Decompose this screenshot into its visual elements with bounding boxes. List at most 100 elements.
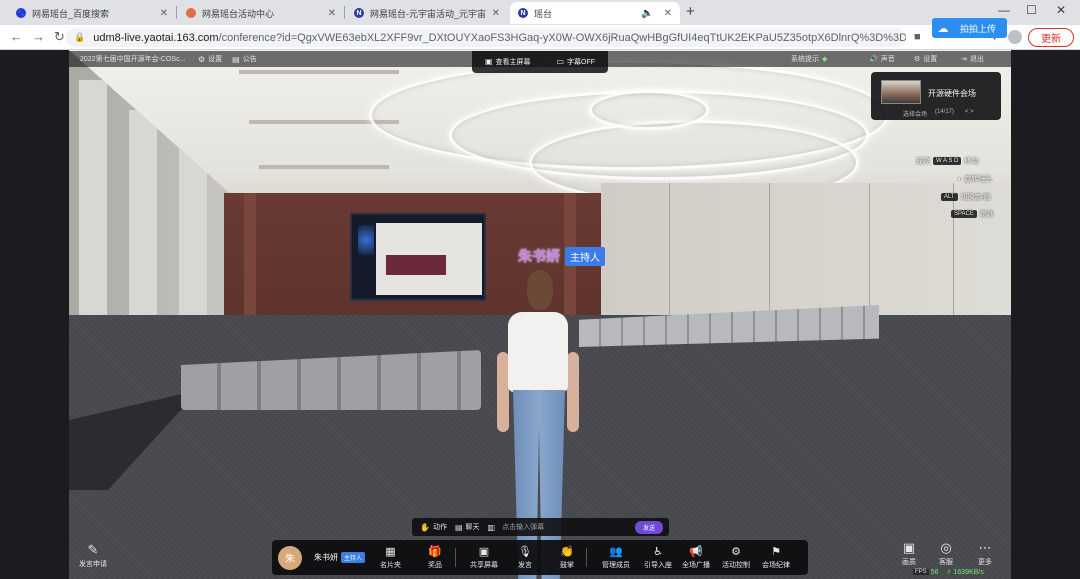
browser-tab-2[interactable]: 网易瑶台活动中心 ✕ (178, 2, 344, 24)
quality-button[interactable]: ▣ 画质 (902, 541, 916, 567)
alt-hint-label: 切换走/跑 (960, 194, 991, 201)
chat-icon: ▤ (454, 522, 463, 532)
venue-pager[interactable]: < > (965, 109, 974, 115)
netease-favicon-icon: N (354, 8, 364, 18)
prize-button[interactable]: 🎁 奖品 (428, 546, 442, 570)
share-screen-label: 共享屏幕 (470, 561, 498, 569)
ceiling-beam (259, 165, 389, 169)
address-bar[interactable]: 🔒 udm8-live.yaotai.163.com /conference?i… (66, 28, 906, 47)
hand-raise-icon: ✎ (87, 542, 99, 557)
update-button[interactable]: 更新 (1028, 28, 1074, 47)
prize-label: 奖品 (428, 561, 442, 569)
clap-icon: 👏 (560, 545, 574, 558)
discipline-button[interactable]: ⚑ 会场纪律 (762, 546, 790, 570)
reload-icon[interactable]: ↻ (54, 30, 65, 44)
tab-title: 网易瑶台-元宇宙活动_元宇宙会议 (370, 8, 486, 19)
chat-button[interactable]: 聊天 (466, 522, 480, 532)
close-window-icon[interactable]: ✕ (1056, 3, 1066, 17)
headset-icon: ◎ (940, 540, 952, 555)
activity-control-icon: ⚙ (731, 545, 741, 558)
virtual-venue-scene[interactable]: 朱书妍 主持人 (69, 50, 1011, 579)
send-button[interactable]: 发送 (634, 520, 663, 534)
user-avatar[interactable]: 朱 (278, 545, 302, 570)
more-icon: ⋯ (978, 540, 992, 555)
url-path: /conference?id=QgxVWE63ebXL2XFF9vr_DXtOU… (218, 31, 906, 44)
speak-button[interactable]: 🎙 发言 (518, 546, 532, 570)
close-tab-icon[interactable]: ✕ (664, 8, 672, 19)
tab-title: 网易瑶台_百度搜索 (32, 8, 110, 19)
close-tab-icon[interactable]: ✕ (328, 8, 336, 19)
danmaku-icon: ▥ (487, 522, 496, 532)
venue-selector[interactable]: 开源硬件会场 选择会场 (14/17) < > (871, 72, 1001, 120)
upload-extension-button[interactable]: ☁ 拍拍上传 (932, 18, 1007, 38)
profile-avatar[interactable] (1008, 30, 1022, 44)
main-stage-screen[interactable] (350, 213, 486, 301)
avatar-role-badge: 主持人 (565, 246, 605, 266)
view-main-screen-button[interactable]: ▣ 查看主屏幕 (485, 57, 531, 67)
close-tab-icon[interactable]: ✕ (492, 8, 500, 19)
upload-extension-label: 拍拍上传 (960, 23, 997, 34)
user-role-badge: 主持人 (341, 552, 366, 563)
venue-thumbnail (881, 80, 921, 104)
browser-tab-3[interactable]: N 网易瑶台-元宇宙活动_元宇宙会议 ✕ (346, 2, 508, 24)
manage-members-label: 管理成员 (602, 561, 630, 569)
share-screen-button[interactable]: ▣ 共享屏幕 (470, 546, 498, 570)
card-holder-button[interactable]: ▦ 名片夹 (380, 546, 401, 570)
minimize-icon[interactable]: — (998, 3, 1010, 17)
manage-members-button[interactable]: 👥 管理成员 (602, 546, 630, 570)
action-button[interactable]: 动作 (433, 522, 447, 532)
browser-tab-active[interactable]: N 瑶台 🔈 ✕ (510, 2, 680, 24)
browser-tab-1[interactable]: 🐾 网易瑶台_百度搜索 ✕ (8, 2, 176, 24)
settings-link[interactable]: ⚙ 设置 (198, 54, 222, 64)
display-settings[interactable]: ⚙ 设置 (914, 54, 937, 64)
speak-apply-button[interactable]: ✎ 发言申请 (79, 543, 107, 569)
notice-link[interactable]: ▤ 公告 (232, 54, 257, 64)
avatar-shirt (508, 312, 568, 392)
lock-icon[interactable]: 🔒 (74, 32, 85, 43)
sound-toggle[interactable]: 🔊 声音 (869, 54, 895, 64)
avatar-name-tag: 朱书妍 主持人 (518, 246, 605, 266)
customer-service-label: 客服 (939, 559, 953, 566)
maximize-icon[interactable]: ☐ (1026, 3, 1037, 17)
tab-divider (344, 6, 345, 19)
move-hint-suffix: 移动 (964, 158, 979, 165)
venue-select-label[interactable]: 选择会场 (903, 109, 927, 118)
move-hint-prefix: 操控 (916, 158, 930, 165)
mute-tab-icon[interactable]: 🔈 (641, 8, 653, 19)
seat-guide-button[interactable]: ♿ 引导入座 (644, 546, 672, 570)
bottom-toolbar: 朱 朱书妍 主持人 ▦ 名片夹 🎁 奖品 ▣ 共享屏幕 🎙 发言 👏 鼓掌 👥 管理成员 ♿… (272, 540, 808, 575)
system-tip[interactable]: 系统提示 ◆ (791, 54, 827, 64)
space-key: SPACE (951, 210, 977, 218)
speak-label: 发言 (518, 561, 532, 569)
notice-icon: ▤ (232, 54, 240, 64)
forward-icon[interactable]: → (32, 30, 45, 44)
broadcast-icon: 📢 (689, 545, 703, 558)
clap-button[interactable]: 👏 鼓掌 (560, 546, 574, 570)
exit-button[interactable]: ⇥ 退出 (961, 54, 984, 64)
danmaku-input[interactable]: 点击输入弹幕 (502, 522, 635, 532)
exit-label: 退出 (969, 56, 984, 63)
user-name: 朱书妍 (314, 553, 338, 562)
camera-icon[interactable]: ■ (914, 31, 921, 43)
action-icon: ✋ (420, 522, 430, 532)
back-icon[interactable]: ← (10, 30, 23, 44)
activity-control-button[interactable]: ⚙ 活动控制 (722, 546, 750, 570)
chandelier (589, 90, 709, 130)
avatar-arm (567, 352, 579, 432)
customer-service-button[interactable]: ◎ 客服 (939, 541, 953, 567)
more-button[interactable]: ⋯ 更多 (978, 541, 992, 567)
rotate-hint: ◖ 旋转镜头 (957, 174, 992, 184)
avatar-head (527, 270, 553, 310)
gear-icon: ⚙ (198, 54, 206, 64)
alt-hint: ALT 切换走/跑 (941, 192, 991, 202)
close-tab-icon[interactable]: ✕ (160, 8, 168, 19)
toolbar-divider (586, 548, 587, 567)
new-tab-button[interactable]: + (686, 3, 695, 20)
network-speed-icon: ⚡ (946, 569, 952, 576)
gift-icon: 🎁 (428, 545, 442, 558)
avatar-name: 朱书妍 (518, 248, 560, 264)
subtitle-toggle[interactable]: ▭ 字幕OFF (556, 57, 595, 67)
screen-controls: ▣ 查看主屏幕 ▭ 字幕OFF (472, 51, 608, 73)
broadcast-button[interactable]: 📢 全场广播 (682, 546, 710, 570)
signal-icon: ◆ (822, 56, 828, 63)
